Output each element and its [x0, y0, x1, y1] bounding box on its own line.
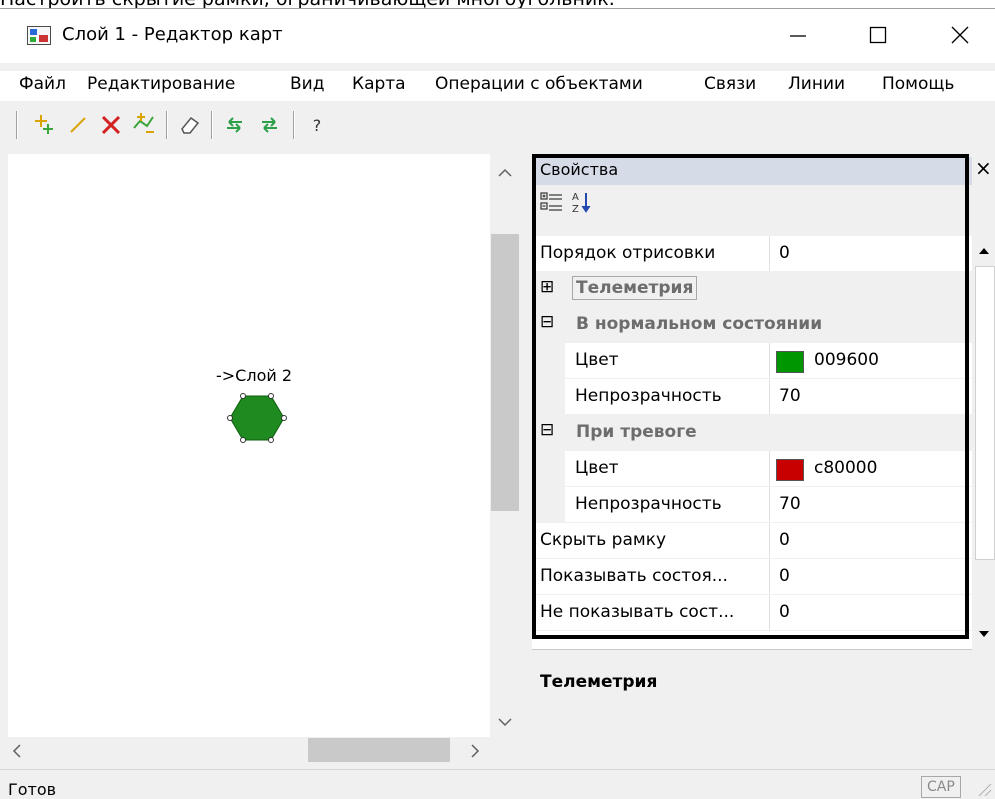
- eraser-button[interactable]: [175, 110, 205, 140]
- undo-button[interactable]: [220, 110, 250, 140]
- menu-map[interactable]: Карта: [352, 74, 406, 94]
- title-bar: Слой 1 - Редактор карт: [0, 9, 995, 63]
- minimize-icon: [790, 35, 806, 37]
- status-bar: Готов CAP: [0, 769, 995, 799]
- map-editor-icon: [27, 26, 51, 45]
- undo-icon: [227, 117, 242, 133]
- properties-panel: Свойства × A Z Порядок отрисовки 0 ⊞ Тел…: [532, 154, 995, 762]
- scroll-down-icon[interactable]: [978, 630, 990, 638]
- edit-vertices-icon: [133, 113, 154, 133]
- property-scroll-thumb[interactable]: [975, 266, 995, 560]
- map-object-label: ->Слой 2: [216, 366, 293, 385]
- delete-button[interactable]: [96, 110, 126, 140]
- caption-text: Настроить скрытие рамки, ограничивающей …: [0, 0, 615, 8]
- property-description-box: Телеметрия: [532, 649, 972, 762]
- window-title: Слой 1 - Редактор карт: [62, 24, 283, 45]
- menu-links[interactable]: Связи: [704, 74, 756, 94]
- toolbar-separator: [211, 111, 213, 139]
- status-text: Готов: [8, 780, 57, 799]
- description-title: Телеметрия: [540, 672, 658, 692]
- draw-line-icon: [70, 117, 86, 133]
- vertical-scroll-thumb[interactable]: [491, 234, 519, 511]
- toolbar-separator: [293, 111, 295, 139]
- menu-file[interactable]: Файл: [19, 74, 66, 94]
- highlight-frame: [532, 154, 969, 639]
- maximize-button[interactable]: [855, 13, 901, 57]
- menu-edit[interactable]: Редактирование: [87, 74, 235, 94]
- toolbar: ?: [0, 103, 995, 148]
- close-button[interactable]: [937, 13, 983, 57]
- hexagon-map-object[interactable]: [226, 392, 288, 444]
- map-horizontal-scrollbar[interactable]: [8, 737, 490, 763]
- toolbar-grip: [16, 111, 18, 139]
- scroll-left-icon[interactable]: [12, 744, 22, 758]
- caps-indicator: CAP: [921, 776, 961, 798]
- menu-bar: Файл Редактирование Вид Карта Операции с…: [0, 71, 995, 101]
- edit-vertices-button[interactable]: [129, 110, 159, 140]
- menu-help[interactable]: Помощь: [882, 74, 954, 94]
- add-point-icon: [35, 115, 53, 134]
- resize-grip-icon[interactable]: [975, 780, 993, 798]
- page-caption: Настроить скрытие рамки, ограничивающей …: [0, 0, 995, 8]
- menu-lines[interactable]: Линии: [788, 74, 845, 94]
- scroll-down-icon[interactable]: [498, 717, 512, 727]
- add-point-button[interactable]: [30, 110, 60, 140]
- help-button[interactable]: ?: [302, 110, 332, 140]
- maximize-icon: [869, 26, 887, 44]
- map-editor-window: Слой 1 - Редактор карт Файл Редактирован…: [0, 8, 995, 799]
- eraser-icon: [181, 116, 200, 134]
- menu-view[interactable]: Вид: [290, 74, 324, 94]
- map-canvas[interactable]: ->Слой 2: [8, 154, 490, 737]
- redo-button[interactable]: [255, 110, 285, 140]
- menu-object-operations[interactable]: Операции с объектами: [435, 74, 643, 94]
- delete-icon: [101, 115, 121, 135]
- map-vertical-scrollbar[interactable]: [490, 154, 520, 737]
- redo-icon: [262, 117, 277, 133]
- help-icon: ?: [312, 115, 322, 135]
- scroll-up-icon[interactable]: [978, 247, 990, 255]
- property-grid-scrollbar[interactable]: [973, 236, 995, 649]
- scroll-right-icon[interactable]: [470, 744, 480, 758]
- close-icon: [951, 26, 969, 44]
- draw-line-button[interactable]: [63, 110, 93, 140]
- properties-close-icon[interactable]: ×: [975, 156, 992, 180]
- minimize-button[interactable]: [775, 13, 821, 57]
- scroll-up-icon[interactable]: [498, 168, 512, 178]
- horizontal-scroll-thumb[interactable]: [308, 738, 450, 762]
- toolbar-separator: [166, 111, 168, 139]
